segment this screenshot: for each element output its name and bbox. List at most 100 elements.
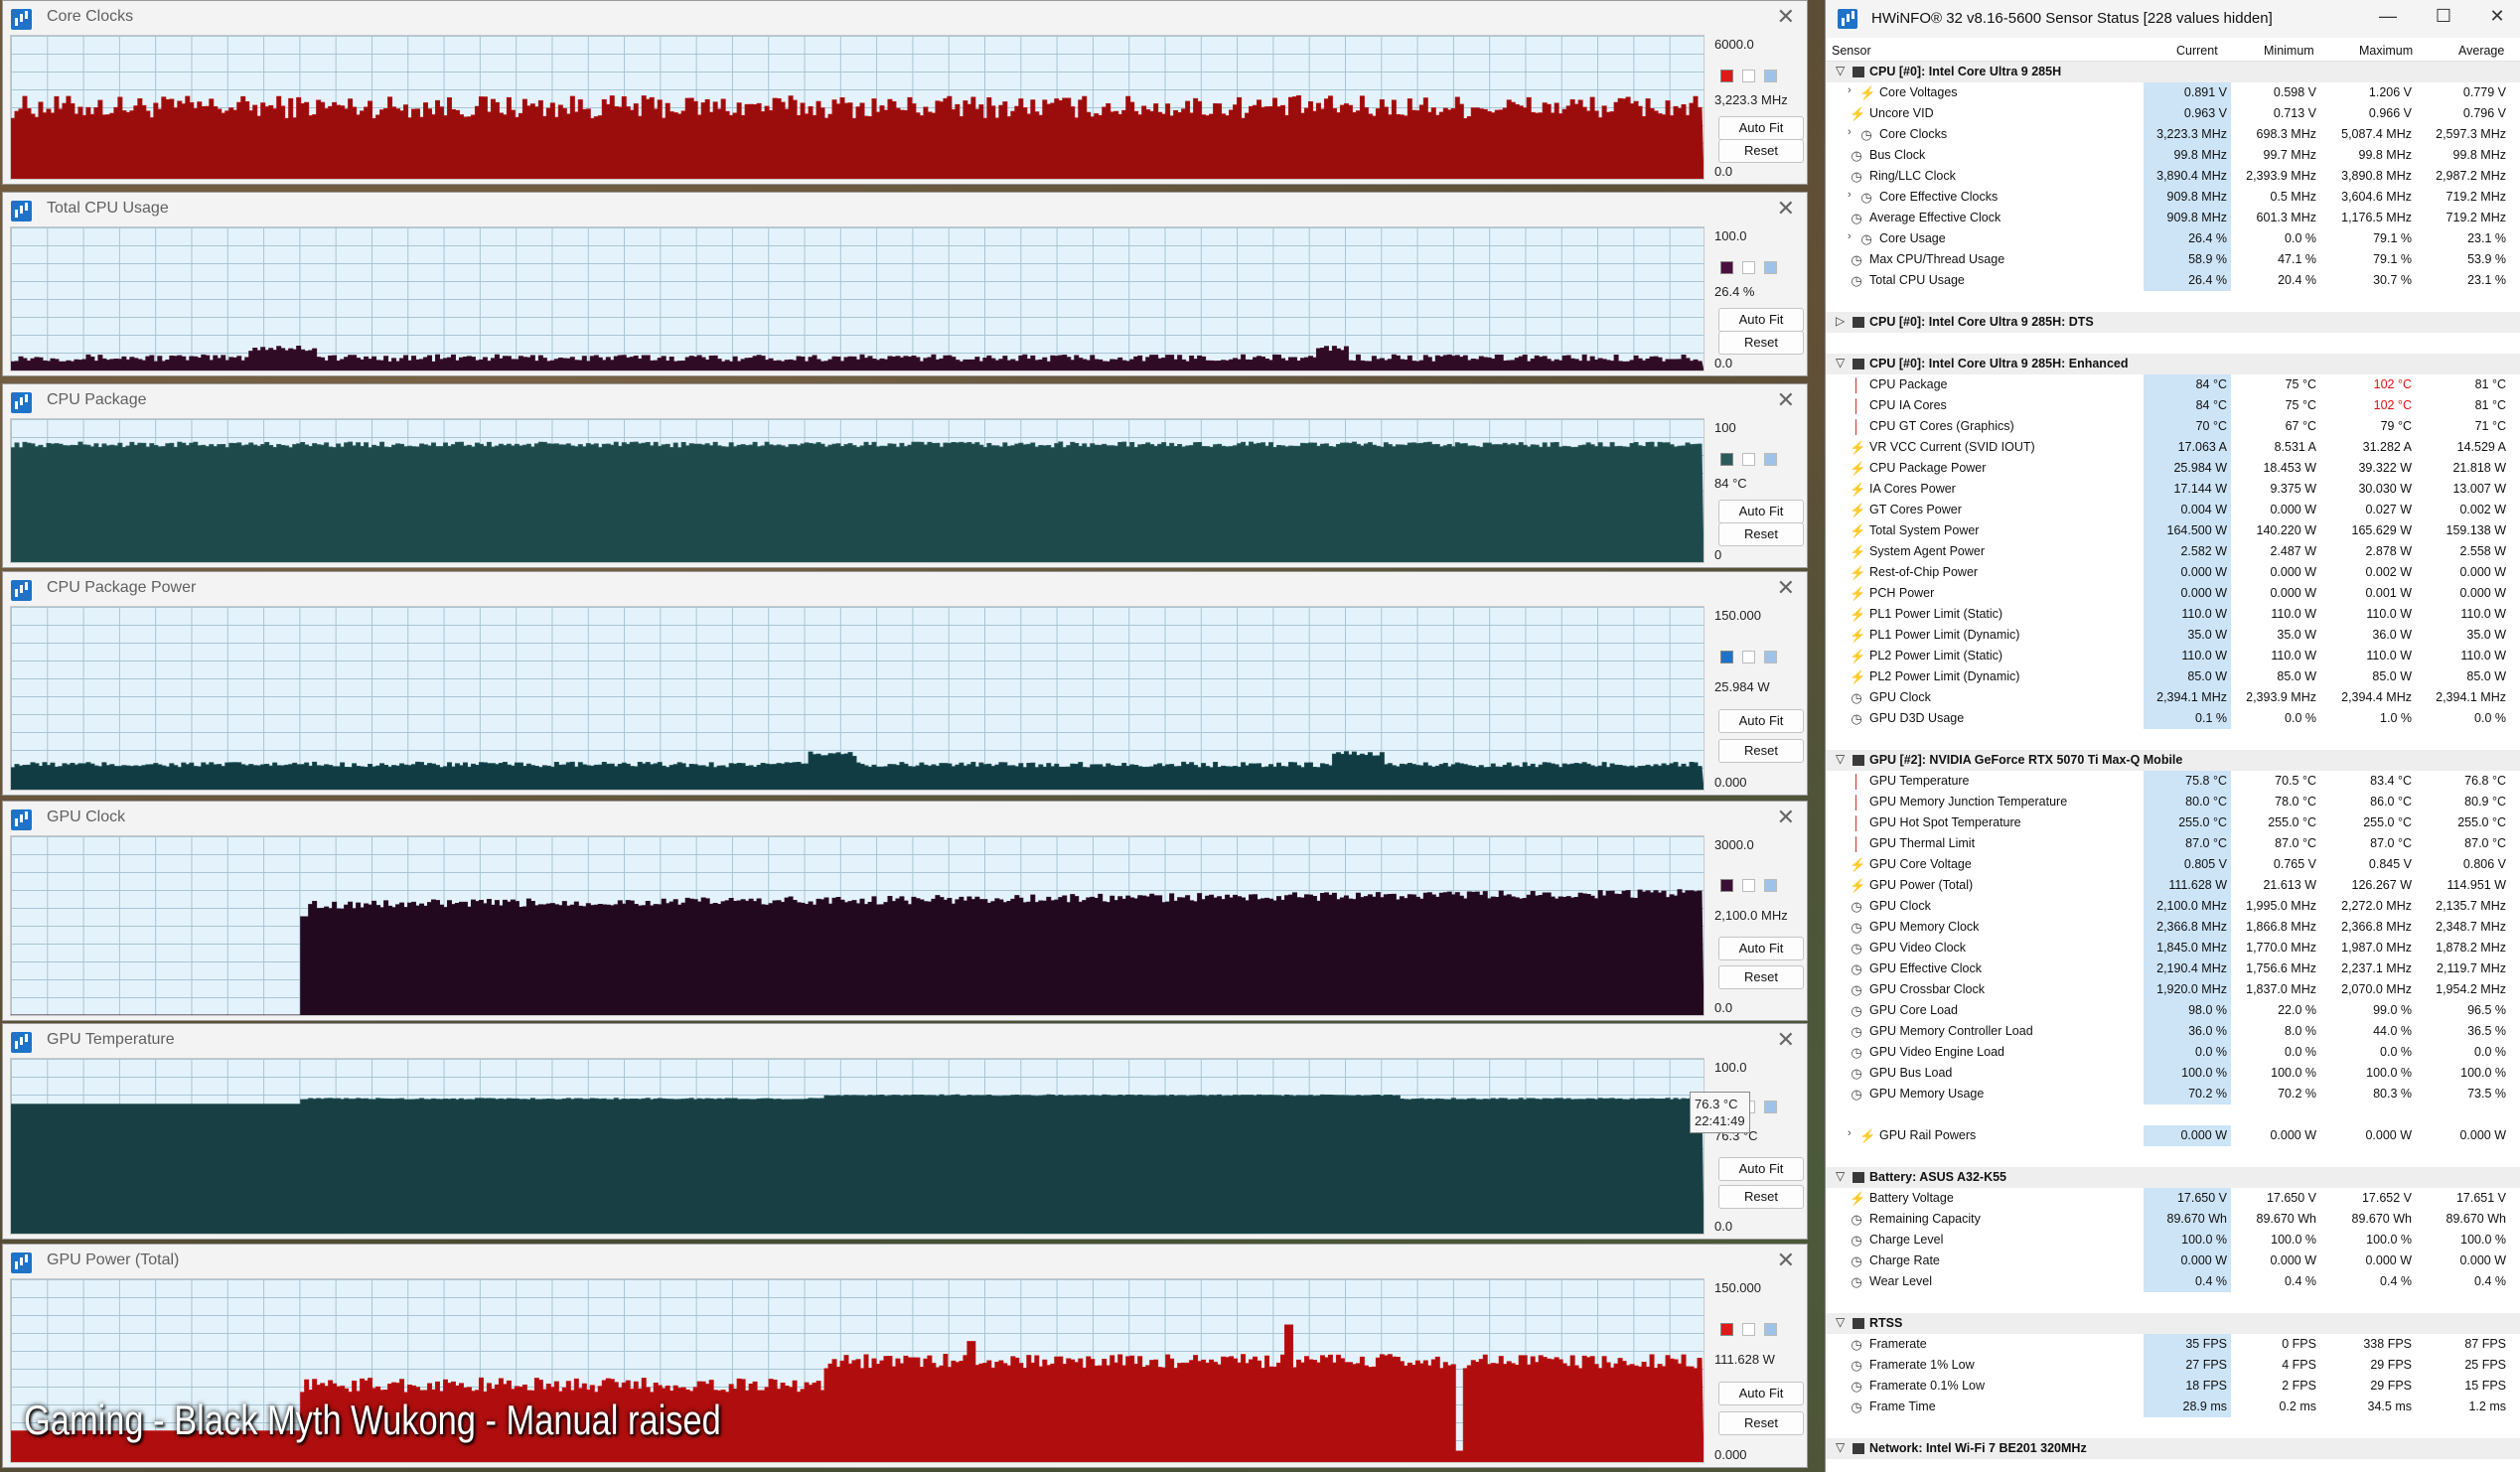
sensor-row[interactable]: ◷ Remaining Capacity 89.670 Wh 89.670 Wh…	[1826, 1209, 2520, 1230]
sensor-row[interactable]: ◷ Framerate 35 FPS 0 FPS 338 FPS 87 FPS	[1826, 1334, 2520, 1355]
sensor-row[interactable]: ⚡ PL1 Power Limit (Dynamic) 35.0 W 35.0 …	[1826, 625, 2520, 646]
sensor-row[interactable]: ◷ GPU Video Engine Load 0.0 % 0.0 % 0.0 …	[1826, 1042, 2520, 1063]
sensor-row[interactable]: ◷ Charge Level 100.0 % 100.0 % 100.0 % 1…	[1826, 1230, 2520, 1251]
auto-fit-button[interactable]: Auto Fit	[1718, 115, 1804, 140]
sensor-row[interactable]: ◷ GPU Memory Clock 2,366.8 MHz 1,866.8 M…	[1826, 917, 2520, 938]
sensor-group-header[interactable]: ▽ CPU [#0]: Intel Core Ultra 9 285H	[1826, 62, 2520, 82]
sensor-group-header[interactable]: ▽ GPU [#2]: NVIDIA GeForce RTX 5070 Ti M…	[1826, 750, 2520, 771]
auto-fit-button[interactable]: Auto Fit	[1718, 499, 1804, 523]
close-icon[interactable]: ✕	[1777, 1249, 1795, 1273]
close-icon[interactable]: ✕	[2482, 6, 2512, 27]
close-icon[interactable]: ✕	[1777, 576, 1795, 601]
sensor-row[interactable]: ◷ Bus Clock 99.8 MHz 99.7 MHz 99.8 MHz 9…	[1826, 145, 2520, 166]
series-color-swatch[interactable]	[1720, 70, 1733, 83]
chevron-right-icon[interactable]: ›	[1848, 230, 1852, 242]
series-grid-swatch[interactable]	[1764, 878, 1777, 892]
sensor-row[interactable]: ◷ GPU Bus Load 100.0 % 100.0 % 100.0 % 1…	[1826, 1063, 2520, 1084]
sensor-row[interactable]: ⚡ System Agent Power 2.582 W 2.487 W 2.8…	[1826, 541, 2520, 562]
series-bg-swatch[interactable]	[1742, 1322, 1755, 1336]
chevron-down-icon[interactable]: ▽	[1836, 1315, 1845, 1329]
sensor-row[interactable]: │ GPU Temperature 75.8 °C 70.5 °C 83.4 °…	[1826, 771, 2520, 792]
sensor-row[interactable]: │ GPU Hot Spot Temperature 255.0 °C 255.…	[1826, 812, 2520, 833]
reset-button[interactable]: Reset	[1718, 965, 1804, 990]
close-icon[interactable]: ✕	[1777, 1028, 1795, 1053]
col-current[interactable]: Current	[2176, 44, 2218, 58]
series-grid-swatch[interactable]	[1764, 453, 1777, 467]
sensor-row[interactable]: ◷ GPU Core Load 98.0 % 22.0 % 99.0 % 96.…	[1826, 1000, 2520, 1021]
sensor-row[interactable]: ◷ GPU Video Clock 1,845.0 MHz 1,770.0 MH…	[1826, 938, 2520, 958]
sensor-row[interactable]: ⚡ CPU Package Power 25.984 W 18.453 W 39…	[1826, 458, 2520, 479]
sensor-row[interactable]: ⚡ GPU Power (Total) 111.628 W 21.613 W 1…	[1826, 875, 2520, 896]
sensor-group-header[interactable]: ▽ CPU [#0]: Intel Core Ultra 9 285H: Enh…	[1826, 354, 2520, 374]
chevron-right-icon[interactable]: ▷	[1836, 314, 1845, 328]
col-minimum[interactable]: Minimum	[2264, 44, 2314, 58]
sensor-row[interactable]: ◷ Total CPU Usage 26.4 % 20.4 % 30.7 % 2…	[1826, 270, 2520, 291]
sensor-row[interactable]: │ CPU Package 84 °C 75 °C 102 °C 81 °C	[1826, 374, 2520, 395]
chevron-down-icon[interactable]: ▽	[1836, 64, 1845, 77]
auto-fit-button[interactable]: Auto Fit	[1718, 1382, 1804, 1406]
sensor-row[interactable]: ◷ GPU Memory Controller Load 36.0 % 8.0 …	[1826, 1021, 2520, 1042]
sensor-row[interactable]: ⚡ VR VCC Current (SVID IOUT) 17.063 A 8.…	[1826, 437, 2520, 458]
sensor-group-header[interactable]: ▽ RTSS	[1826, 1313, 2520, 1334]
series-bg-swatch[interactable]	[1742, 878, 1755, 892]
sensor-row[interactable]: ⚡ Battery Voltage 17.650 V 17.650 V 17.6…	[1826, 1188, 2520, 1209]
reset-button[interactable]: Reset	[1718, 139, 1804, 164]
series-grid-swatch[interactable]	[1764, 1322, 1777, 1336]
sensor-row[interactable]: › ◷ Core Clocks 3,223.3 MHz 698.3 MHz 5,0…	[1826, 124, 2520, 145]
chevron-right-icon[interactable]: ›	[1848, 189, 1852, 201]
sensor-row[interactable]: │ GPU Thermal Limit 87.0 °C 87.0 °C 87.0…	[1826, 833, 2520, 854]
sensor-row[interactable]: › ⚡ GPU Rail Powers 0.000 W 0.000 W 0.000…	[1826, 1125, 2520, 1146]
chevron-down-icon[interactable]: ▽	[1836, 1440, 1845, 1454]
sensor-row[interactable]: ⚡ Total System Power 164.500 W 140.220 W…	[1826, 520, 2520, 541]
sensor-row[interactable]: ◷ Max CPU/Thread Usage 58.9 % 47.1 % 79.…	[1826, 249, 2520, 270]
series-color-swatch[interactable]	[1720, 1322, 1733, 1336]
sensor-row[interactable]: ◷ Framerate 1% Low 27 FPS 4 FPS 29 FPS 2…	[1826, 1355, 2520, 1376]
sensor-row[interactable]: ◷ GPU Memory Usage 70.2 % 70.2 % 80.3 % …	[1826, 1084, 2520, 1104]
sensor-row[interactable]: ⚡ GT Cores Power 0.004 W 0.000 W 0.027 W…	[1826, 500, 2520, 520]
auto-fit-button[interactable]: Auto Fit	[1718, 936, 1804, 960]
sensor-row[interactable]: ◷ GPU Clock 2,100.0 MHz 1,995.0 MHz 2,27…	[1826, 896, 2520, 917]
series-grid-swatch[interactable]	[1764, 70, 1777, 83]
close-icon[interactable]: ✕	[1777, 388, 1795, 413]
sensor-group-header[interactable]: ▽ Network: Intel Wi-Fi 7 BE201 320MHz	[1826, 1438, 2520, 1459]
sensor-row[interactable]: ⚡ PL1 Power Limit (Static) 110.0 W 110.0…	[1826, 604, 2520, 625]
chevron-down-icon[interactable]: ▽	[1836, 752, 1845, 766]
sensor-row[interactable]: ◷ Charge Rate 0.000 W 0.000 W 0.000 W 0.…	[1826, 1251, 2520, 1271]
sensor-row[interactable]: ◷ GPU Crossbar Clock 1,920.0 MHz 1,837.0…	[1826, 979, 2520, 1000]
series-bg-swatch[interactable]	[1742, 650, 1755, 663]
chevron-right-icon[interactable]: ›	[1848, 126, 1852, 138]
auto-fit-button[interactable]: Auto Fit	[1718, 307, 1804, 332]
sensor-row[interactable]: ◷ GPU D3D Usage 0.1 % 0.0 % 1.0 % 0.0 %	[1826, 708, 2520, 729]
sensor-row[interactable]: ◷ Average Effective Clock 909.8 MHz 601.…	[1826, 208, 2520, 228]
sensor-group-header[interactable]: ▷ CPU [#0]: Intel Core Ultra 9 285H: DTS	[1826, 312, 2520, 333]
series-bg-swatch[interactable]	[1742, 70, 1755, 83]
series-grid-swatch[interactable]	[1764, 1100, 1777, 1113]
col-sensor[interactable]: Sensor	[1832, 44, 1871, 58]
auto-fit-button[interactable]: Auto Fit	[1718, 709, 1804, 734]
series-color-swatch[interactable]	[1720, 650, 1733, 663]
close-icon[interactable]: ✕	[1777, 806, 1795, 830]
sensor-row[interactable]: › ⚡ Core Voltages 0.891 V 0.598 V 1.206 V…	[1826, 82, 2520, 103]
sensor-row[interactable]: │ CPU IA Cores 84 °C 75 °C 102 °C 81 °C	[1826, 395, 2520, 416]
series-bg-swatch[interactable]	[1742, 261, 1755, 275]
series-color-swatch[interactable]	[1720, 261, 1733, 275]
sensor-row[interactable]: ⚡ PL2 Power Limit (Dynamic) 85.0 W 85.0 …	[1826, 666, 2520, 687]
sensor-row[interactable]: ⚡ PL2 Power Limit (Static) 110.0 W 110.0…	[1826, 646, 2520, 666]
chevron-right-icon[interactable]: ›	[1848, 84, 1852, 96]
sensor-row[interactable]: ⚡ IA Cores Power 17.144 W 9.375 W 30.030…	[1826, 479, 2520, 500]
sensor-row[interactable]: ⚡ Rest-of-Chip Power 0.000 W 0.000 W 0.0…	[1826, 562, 2520, 583]
col-maximum[interactable]: Maximum	[2359, 44, 2413, 58]
sensor-row[interactable]: ◷ GPU Effective Clock 2,190.4 MHz 1,756.…	[1826, 958, 2520, 979]
minimize-icon[interactable]: —	[2373, 6, 2403, 27]
series-color-swatch[interactable]	[1720, 878, 1733, 892]
sensor-row[interactable]: ◷ Framerate 0.1% Low 18 FPS 2 FPS 29 FPS…	[1826, 1376, 2520, 1397]
reset-button[interactable]: Reset	[1718, 1185, 1804, 1210]
sensor-row[interactable]: ⚡ Uncore VID 0.963 V 0.713 V 0.966 V 0.7…	[1826, 103, 2520, 124]
series-grid-swatch[interactable]	[1764, 261, 1777, 275]
sensor-group-header[interactable]: ▽ Battery: ASUS A32-K55	[1826, 1167, 2520, 1188]
sensor-row[interactable]: │ CPU GT Cores (Graphics) 70 °C 67 °C 79…	[1826, 416, 2520, 437]
close-icon[interactable]: ✕	[1777, 5, 1795, 30]
series-grid-swatch[interactable]	[1764, 650, 1777, 663]
series-color-swatch[interactable]	[1720, 453, 1733, 467]
reset-button[interactable]: Reset	[1718, 331, 1804, 356]
